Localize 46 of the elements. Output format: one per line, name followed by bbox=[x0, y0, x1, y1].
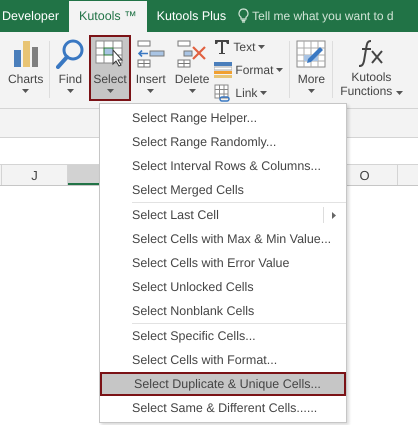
ribbon-button[interactable]: Delete bbox=[170, 35, 214, 101]
grid-pencil-icon bbox=[296, 40, 326, 68]
insert-cells-icon bbox=[136, 40, 165, 68]
caret-icon bbox=[258, 45, 266, 49]
ribbon-button[interactable]: Insert bbox=[132, 35, 170, 101]
delete-cells-icon bbox=[177, 40, 208, 68]
menu-item[interactable]: Select Range Helper... bbox=[100, 106, 346, 130]
text-icon bbox=[214, 39, 230, 55]
ribbon-small-button[interactable]: Format bbox=[214, 60, 284, 80]
menu-item[interactable]: Select Cells with Format... bbox=[100, 348, 346, 372]
ribbon-button[interactable]: Find bbox=[52, 35, 88, 101]
caret-icon bbox=[276, 68, 284, 72]
ribbon-small-button[interactable]: Text bbox=[214, 37, 284, 57]
ribbon-button[interactable]: Charts bbox=[4, 35, 48, 101]
tell-me-field[interactable]: Tell me what you want to d bbox=[236, 8, 394, 32]
menu-item[interactable]: Select Duplicate & Unique Cells... bbox=[100, 372, 346, 396]
caret-icon bbox=[260, 91, 268, 95]
menu-item[interactable]: Select Unlocked Cells bbox=[100, 275, 346, 299]
menu-item[interactable]: Select Cells with Error Value bbox=[100, 251, 346, 275]
menu-item[interactable]: Select Cells with Max & Min Value... bbox=[100, 227, 346, 251]
menu-item[interactable]: Select Last Cell bbox=[100, 203, 346, 227]
caret-icon bbox=[22, 89, 30, 93]
caret-icon bbox=[147, 89, 154, 93]
search-icon bbox=[56, 39, 84, 69]
caret-icon bbox=[106, 89, 114, 93]
grid-cursor-icon bbox=[95, 40, 126, 68]
ribbon-small-button[interactable]: Link bbox=[214, 83, 284, 103]
ribbon-button[interactable]: More bbox=[292, 35, 330, 101]
menu-item[interactable]: Select Same & Different Cells...... bbox=[100, 396, 346, 420]
caret-icon bbox=[396, 91, 403, 95]
menu-item[interactable]: Select Range Randomly... bbox=[100, 130, 346, 154]
ribbon-button[interactable]: Select bbox=[89, 35, 131, 101]
menu-item[interactable]: Select Nonblank Cells bbox=[100, 299, 346, 323]
caret-icon bbox=[188, 89, 196, 93]
submenu-arrow-icon bbox=[332, 212, 336, 218]
bar-chart-icon bbox=[12, 40, 39, 68]
format-icon bbox=[214, 62, 232, 78]
lightbulb-icon bbox=[238, 8, 250, 23]
caret-icon bbox=[66, 89, 74, 93]
function-icon bbox=[357, 39, 386, 67]
ribbon-tab[interactable]: Developer bbox=[0, 1, 69, 32]
ribbon-tab[interactable]: Kutools Plus bbox=[146, 1, 236, 32]
ribbon-tab[interactable]: Kutools ™ bbox=[68, 1, 147, 32]
caret-icon bbox=[308, 89, 315, 93]
ribbon-button[interactable]: Kutools Functions bbox=[335, 35, 408, 101]
menu-item[interactable]: Select Specific Cells... bbox=[100, 324, 346, 348]
